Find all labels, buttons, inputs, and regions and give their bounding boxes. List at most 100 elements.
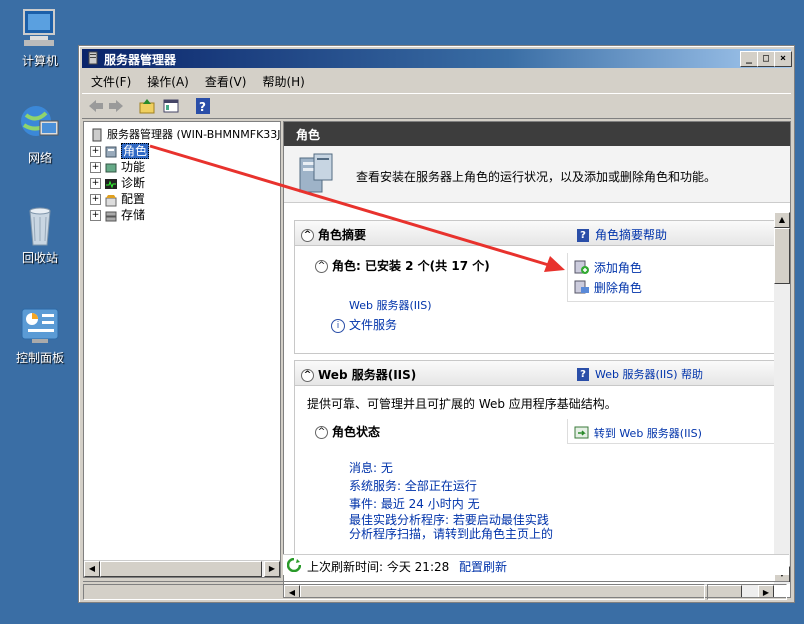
show-hide-tree-icon[interactable]: [162, 97, 180, 115]
role-status-header[interactable]: ^ 角色状态: [309, 423, 380, 440]
expand-icon[interactable]: +: [90, 162, 101, 173]
menu-view[interactable]: 查看(V): [196, 70, 254, 90]
tree-item-features[interactable]: + 功能: [90, 158, 145, 174]
svg-text:?: ?: [199, 100, 206, 114]
desktop-icon-control-panel[interactable]: 控制面板: [10, 303, 70, 366]
menu-help[interactable]: 帮助(H): [253, 70, 311, 90]
tree-item-label: 角色: [121, 143, 150, 159]
tree-root-label: 服务器管理器 (WIN-BHMNMFK33J: [107, 128, 281, 141]
expand-icon[interactable]: +: [90, 146, 101, 157]
tree-root[interactable]: 服务器管理器 (WIN-BHMNMFK33J: [90, 126, 281, 142]
desktop-icon-network[interactable]: 网络: [10, 103, 70, 166]
server-manager-icon: [90, 128, 104, 142]
web-server-header[interactable]: ^ Web 服务器(IIS) ? Web 服务器(IIS) 帮助: [295, 361, 775, 386]
goto-icon: [574, 424, 590, 443]
scroll-right-icon[interactable]: ▶: [264, 561, 280, 577]
window-status-bar: [83, 581, 789, 600]
tree-item-roles[interactable]: + 角色: [90, 142, 150, 159]
intro-text: 查看安装在服务器上角色的运行状况，以及添加或删除角色和功能。: [356, 170, 717, 184]
status-events: 事件: 最近 24 小时内 无: [349, 497, 480, 511]
tree-item-label: 功能: [121, 160, 146, 174]
forward-icon[interactable]: [107, 97, 125, 115]
desktop-icon-recycle-bin[interactable]: 回收站: [10, 203, 70, 266]
up-folder-icon[interactable]: [138, 97, 156, 115]
help-icon: ?: [577, 229, 589, 242]
computer-icon: [18, 6, 62, 50]
scroll-up-icon[interactable]: ▲: [774, 212, 790, 228]
role-status-title: 角色状态: [332, 425, 381, 439]
collapse-icon[interactable]: ^: [301, 369, 314, 382]
expand-icon[interactable]: +: [90, 210, 101, 221]
help-icon: ?: [577, 368, 589, 381]
recycle-bin-icon: [18, 203, 62, 247]
window-title: 服务器管理器: [104, 53, 177, 67]
tree-item-label: 诊断: [121, 176, 146, 190]
desktop-icon-label: 控制面板: [15, 351, 64, 365]
server-manager-icon: [86, 51, 100, 65]
tree-item-label: 配置: [121, 192, 146, 206]
toolbar: ?: [82, 93, 791, 119]
tree-item-diagnostics[interactable]: + 诊断: [90, 174, 145, 190]
collapse-icon[interactable]: ^: [315, 426, 328, 439]
configuration-icon: [104, 193, 118, 207]
control-panel-icon: [18, 303, 62, 347]
expand-icon[interactable]: +: [90, 178, 101, 189]
desktop-icon-label: 网络: [27, 151, 52, 165]
role-summary-header[interactable]: ^ 角色摘要 ? 角色摘要帮助: [295, 221, 775, 246]
remove-roles-icon: [574, 279, 590, 298]
features-icon: [104, 161, 118, 175]
pane-title: 角色: [296, 128, 321, 142]
help-icon[interactable]: ?: [194, 97, 212, 115]
minimize-button[interactable]: _: [740, 51, 758, 67]
expand-icon[interactable]: +: [90, 194, 101, 205]
section-title: Web 服务器(IIS): [318, 368, 417, 382]
status-messages: 消息: 无: [349, 461, 393, 475]
scroll-left-icon[interactable]: ◀: [84, 561, 100, 577]
back-icon[interactable]: [87, 97, 105, 115]
refresh-time: 上次刷新时间: 今天 21:28: [307, 560, 450, 574]
roles-banner-icon: [296, 152, 336, 201]
tree-horizontal-scrollbar[interactable]: ◀ ▶: [84, 560, 280, 577]
status-bpa-line2: 分析程序扫描，请转到此角色主页上的: [349, 527, 554, 541]
tree-item-storage[interactable]: + 存储: [90, 206, 145, 222]
tree-item-configuration[interactable]: + 配置: [90, 190, 145, 206]
web-actions-box: 转到 Web 服务器(IIS): [567, 419, 776, 444]
refresh-icon: [286, 557, 302, 575]
scroll-thumb[interactable]: [100, 561, 262, 577]
close-button[interactable]: ×: [774, 51, 792, 67]
desktop-icon-computer[interactable]: 计算机: [10, 6, 70, 69]
section-title: 角色摘要: [318, 228, 367, 242]
title-bar[interactable]: 服务器管理器 _ □ ×: [82, 49, 792, 68]
add-roles-icon: [574, 259, 590, 278]
goto-web-server-link[interactable]: 转到 Web 服务器(IIS): [574, 424, 702, 443]
network-icon: [18, 103, 62, 147]
menu-file[interactable]: 文件(F): [82, 70, 138, 90]
menu-bar: 文件(F) 操作(A) 查看(V) 帮助(H): [82, 70, 791, 90]
intro-panel: 查看安装在服务器上角色的运行状况，以及添加或删除角色和功能。: [284, 146, 790, 203]
scroll-thumb[interactable]: [774, 228, 790, 284]
role-summary-help-link[interactable]: ? 角色摘要帮助: [577, 226, 667, 243]
role-status-details: 消息: 无 系统服务: 全部正在运行 事件: 最近 24 小时内 无 最佳实践分…: [349, 459, 553, 541]
server-manager-window: 服务器管理器 _ □ × 文件(F) 操作(A) 查看(V) 帮助(H) ? 服务器管…: [78, 45, 795, 603]
navigation-tree: 服务器管理器 (WIN-BHMNMFK33J + 角色 + 功能 + 诊断 + 配置 +…: [83, 121, 281, 578]
maximize-button[interactable]: □: [757, 51, 775, 67]
configure-refresh-link[interactable]: 配置刷新: [459, 558, 507, 575]
pane-header: 角色: [284, 122, 790, 146]
web-server-help-link[interactable]: ? Web 服务器(IIS) 帮助: [577, 366, 703, 382]
installed-role-file[interactable]: i 文件服务: [331, 316, 397, 333]
collapse-icon[interactable]: ^: [301, 229, 314, 242]
web-server-section: ^ Web 服务器(IIS) ? Web 服务器(IIS) 帮助 提供可靠、可管理并…: [294, 360, 776, 562]
details-vertical-scrollbar[interactable]: ▲ ▼: [774, 212, 790, 584]
roles-installed-header[interactable]: ^ 角色: 已安装 2 个(共 17 个): [309, 257, 490, 274]
diagnostics-icon: [104, 177, 118, 191]
roles-icon: [104, 145, 118, 159]
status-bpa-line1: 最佳实践分析程序: 若要启动最佳实践: [349, 513, 549, 527]
installed-role-web[interactable]: Web 服务器(IIS): [349, 297, 432, 313]
menu-action[interactable]: 操作(A): [138, 70, 196, 90]
storage-icon: [104, 209, 118, 223]
status-cell: [83, 584, 705, 600]
remove-roles-link[interactable]: 删除角色: [574, 279, 642, 298]
collapse-icon[interactable]: ^: [315, 260, 328, 273]
add-roles-link[interactable]: 添加角色: [574, 259, 642, 278]
status-cell: [707, 584, 787, 600]
